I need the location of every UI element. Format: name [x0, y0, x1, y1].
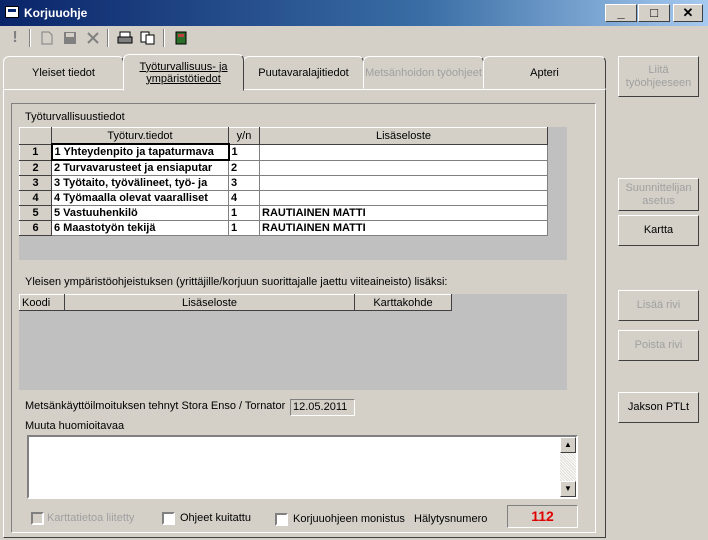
environment-label: Yleisen ympäristöohjeistuksen (yrittäjil… — [25, 276, 448, 288]
copy-label: Korjuuohjeen monistus — [293, 513, 405, 525]
table-row[interactable]: 5 5 Vastuuhenkilö 1 RAUTIAINEN MATTI — [19, 205, 548, 221]
map-button[interactable]: Kartta — [618, 215, 699, 246]
alarm-number-field[interactable]: 112 — [507, 505, 578, 528]
cell-tiedot[interactable]: 2 Turvavarusteet ja ensiaputar — [51, 159, 229, 176]
row-header[interactable]: 6 — [19, 220, 52, 236]
map-attached-label: Karttatietoa liitetty — [47, 512, 135, 524]
tab-tyoturvallisuus[interactable]: Työturvallisuus- ja ympäristötiedot — [123, 54, 244, 91]
tab-metsanhoidon-tyoohjeet: Metsänhoidon työohjeet — [363, 56, 484, 89]
app-icon — [5, 6, 19, 18]
map-attached-checkbox — [31, 512, 44, 525]
cell-tiedot[interactable]: 4 Työmaalla olevat vaaralliset — [51, 190, 229, 206]
column-header-tiedot[interactable]: Työturv.tiedot — [51, 127, 229, 145]
cell-lisaseloste[interactable] — [259, 190, 548, 206]
table-row[interactable]: 1 1 Yhteydenpito ja tapaturmava 1 — [19, 143, 548, 161]
toolbar-separator — [107, 29, 109, 47]
environment-table: Koodi Lisäseloste Karttakohde — [19, 294, 452, 311]
row-header[interactable]: 4 — [19, 190, 52, 206]
notes-textarea[interactable]: ▲ ▼ — [27, 435, 578, 499]
cell-yn[interactable]: 2 — [228, 159, 260, 176]
delete-icon[interactable] — [82, 27, 104, 49]
distribute-button[interactable]: Jakson PTLt — [618, 392, 699, 423]
toolbar-separator — [163, 29, 165, 47]
toolbar: ! — [0, 26, 708, 52]
cell-lisaseloste[interactable] — [259, 143, 548, 161]
column-header-lisaseloste[interactable]: Lisäseloste — [259, 127, 548, 145]
tab-puutavaralajitiedot[interactable]: Puutavaralajitiedot — [243, 56, 364, 89]
scroll-down-icon[interactable]: ▼ — [560, 481, 576, 497]
new-document-icon[interactable] — [36, 27, 58, 49]
cell-lisaseloste[interactable]: RAUTIAINEN MATTI — [259, 205, 548, 221]
maximize-button[interactable]: □ — [638, 4, 670, 22]
print-icon[interactable] — [114, 27, 136, 49]
save-icon[interactable] — [59, 27, 81, 49]
row-header[interactable]: 3 — [19, 175, 52, 191]
cell-tiedot[interactable]: 1 Yhteydenpito ja tapaturmava — [50, 143, 230, 161]
cell-tiedot[interactable]: 6 Maastotyön tekijä — [51, 220, 229, 236]
tab-yleiset-tiedot[interactable]: Yleiset tiedot — [3, 56, 124, 89]
notes-scrollbar[interactable]: ▲ ▼ — [560, 437, 576, 497]
window-title: Korjuuohje — [24, 6, 88, 20]
notice-date-field[interactable]: 12.05.2011 — [290, 399, 355, 416]
tab-apteri[interactable]: Apteri — [483, 56, 606, 89]
table-row[interactable]: 6 6 Maastotyön tekijä 1 RAUTIAINEN MATTI — [19, 220, 548, 236]
safety-grid: Työturv.tiedot y/n Lisäseloste 1 1 Yhtey… — [19, 127, 567, 260]
instructions-ack-label: Ohjeet kuitattu — [180, 512, 251, 524]
table-row[interactable]: 2 2 Turvavarusteet ja ensiaputar 2 — [19, 159, 548, 176]
add-row-button: Lisää rivi — [618, 290, 699, 321]
close-button[interactable]: ✕ — [673, 4, 703, 22]
cell-yn[interactable]: 3 — [228, 175, 260, 191]
alarm-label: Hälytysnumero — [414, 513, 488, 525]
column-header-yn[interactable]: y/n — [228, 127, 260, 145]
exclamation-icon[interactable]: ! — [4, 27, 26, 49]
scroll-up-icon[interactable]: ▲ — [560, 437, 576, 453]
cell-lisaseloste[interactable]: RAUTIAINEN MATTI — [259, 220, 548, 236]
table-row[interactable]: 3 3 Työtaito, työvälineet, työ- ja 3 — [19, 175, 548, 191]
instructions-ack-checkbox[interactable] — [162, 512, 175, 525]
row-header[interactable]: 1 — [19, 143, 52, 161]
column-header-karttakohde[interactable]: Karttakohde — [354, 294, 452, 311]
cell-yn[interactable]: 1 — [228, 205, 260, 221]
remove-row-button: Poista rivi — [618, 330, 699, 361]
planner-settings-button: Suunnittelijan asetus — [618, 178, 699, 211]
toolbar-separator — [29, 29, 31, 47]
notice-label: Metsänkäyttöilmoituksen tehnyt Stora Ens… — [25, 400, 286, 412]
copy-icon[interactable] — [137, 27, 159, 49]
safety-table: Työturv.tiedot y/n Lisäseloste 1 1 Yhtey… — [19, 127, 548, 236]
environment-grid: Koodi Lisäseloste Karttakohde — [19, 294, 567, 390]
minimize-button[interactable]: _ — [605, 4, 637, 22]
copy-checkbox[interactable] — [275, 513, 288, 526]
attach-button: Liitä työohjeeseen — [618, 56, 699, 97]
cell-tiedot[interactable]: 3 Työtaito, työvälineet, työ- ja — [51, 175, 229, 191]
cell-yn[interactable]: 1 — [228, 143, 260, 161]
cell-yn[interactable]: 4 — [228, 190, 260, 206]
cell-lisaseloste[interactable] — [259, 159, 548, 176]
tab-tyoturvallisuus-label: Työturvallisuus- ja ympäristötiedot — [139, 60, 228, 85]
cell-tiedot[interactable]: 5 Vastuuhenkilö — [51, 205, 229, 221]
title-bar: Korjuuohje _ □ ✕ — [0, 0, 708, 26]
column-header-lisaseloste[interactable]: Lisäseloste — [64, 294, 355, 311]
notes-label: Muuta huomioitavaa — [25, 420, 125, 432]
row-header[interactable]: 2 — [19, 159, 52, 176]
book-icon[interactable] — [170, 27, 192, 49]
cell-lisaseloste[interactable] — [259, 175, 548, 191]
column-header-koodi[interactable]: Koodi — [19, 294, 65, 311]
row-header[interactable]: 5 — [19, 205, 52, 221]
grid-corner — [19, 127, 52, 145]
safety-section-label: Työturvallisuustiedot — [25, 111, 125, 123]
table-row[interactable]: 4 4 Työmaalla olevat vaaralliset 4 — [19, 190, 548, 206]
cell-yn[interactable]: 1 — [228, 220, 260, 236]
